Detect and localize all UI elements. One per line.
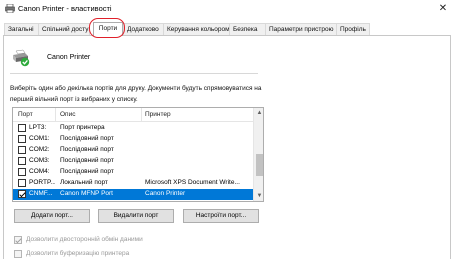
column-divider[interactable] <box>55 108 56 121</box>
close-icon[interactable]: ✕ <box>436 2 450 15</box>
port-row[interactable]: COM4: Послідовний порт <box>13 167 253 178</box>
bidirectional-checkbox[interactable] <box>14 236 22 244</box>
column-description[interactable]: Опис <box>60 111 75 118</box>
bidirectional-label: Дозволити двосторонній обмін даними <box>26 236 143 243</box>
port-checkbox[interactable] <box>18 135 26 143</box>
port-name: PORTP... <box>29 179 55 186</box>
tab-security[interactable]: Безпека <box>229 23 266 35</box>
port-checkbox[interactable] <box>18 157 26 165</box>
tab-color-management[interactable]: Керування кольором <box>163 23 230 35</box>
port-checkbox[interactable] <box>18 179 26 187</box>
tab-profile[interactable]: Профіль <box>336 23 370 35</box>
title-bar: Canon Printer - властивості ✕ <box>0 0 454 18</box>
port-row[interactable]: LPT3: Порт принтера <box>13 123 253 134</box>
port-name: LPT3: <box>29 124 47 131</box>
separator <box>10 73 258 74</box>
port-printer: Microsoft XPS Document Write... <box>145 179 240 186</box>
ports-description: Виберіть один або декілька портів для др… <box>10 85 262 103</box>
port-row[interactable]: COM2: Послідовний порт <box>13 145 253 156</box>
port-checkbox[interactable] <box>18 146 26 154</box>
printer-pool-checkbox[interactable] <box>14 250 22 258</box>
printer-pool-label: Дозволити буферизацію принтера <box>26 250 130 257</box>
configure-port-button[interactable]: Настроїти порт... <box>183 209 259 223</box>
port-printer: Canon Printer <box>145 190 186 197</box>
printer-icon <box>5 4 15 13</box>
printer-default-icon <box>13 49 30 67</box>
column-port[interactable]: Порт <box>18 111 33 118</box>
scroll-down-icon[interactable]: ▼ <box>255 192 263 200</box>
tab-sharing[interactable]: Спільний доступ <box>38 23 90 35</box>
vertical-scroll-thumb[interactable] <box>256 154 263 176</box>
port-description: Послідовний порт <box>60 168 114 175</box>
column-printer[interactable]: Принтер <box>145 111 171 118</box>
ports-list[interactable]: Порт Опис Принтер LPT3: Порт принтера CO… <box>12 107 264 202</box>
port-description: Порт принтера <box>60 124 105 131</box>
port-row[interactable]: COM1: Послідовний порт <box>13 134 253 145</box>
port-description: Послідовний порт <box>60 135 114 142</box>
vertical-scrollbar[interactable]: ▲ ▼ <box>253 108 263 201</box>
tab-general[interactable]: Загальні <box>4 23 39 35</box>
port-checkbox[interactable] <box>18 168 26 176</box>
tab-advanced[interactable]: Додатково <box>123 23 164 35</box>
scroll-up-icon[interactable]: ▲ <box>255 109 263 117</box>
port-name: COM1: <box>29 135 50 142</box>
port-name: COM3: <box>29 157 50 164</box>
column-divider[interactable] <box>141 108 142 121</box>
tab-highlight-circle <box>89 18 125 38</box>
port-row[interactable]: COM3: Послідовний порт <box>13 156 253 167</box>
window-title: Canon Printer - властивості <box>18 4 112 13</box>
delete-port-button[interactable]: Видалити порт <box>98 209 174 223</box>
port-name: COM2: <box>29 146 50 153</box>
port-checkbox[interactable] <box>18 190 26 198</box>
port-row[interactable]: PORTP... Локальний порт Microsoft XPS Do… <box>13 178 253 189</box>
port-description: Локальний порт <box>60 179 108 186</box>
port-name: CNMF... <box>29 190 53 197</box>
port-row-selected[interactable]: CNMF... Canon MFNP Port Canon Printer <box>13 189 253 200</box>
printer-name: Canon Printer <box>47 54 91 61</box>
ports-list-header: Порт Опис Принтер <box>13 108 253 122</box>
add-port-button[interactable]: Додати порт... <box>14 209 90 223</box>
port-name: COM4: <box>29 168 50 175</box>
port-description: Послідовний порт <box>60 146 114 153</box>
tab-bar: Загальні Спільний доступ Порти Додатково… <box>0 22 454 36</box>
port-description: Послідовний порт <box>60 157 114 164</box>
port-checkbox[interactable] <box>18 124 26 132</box>
tab-device-settings[interactable]: Параметри пристрою <box>265 23 337 35</box>
port-description: Canon MFNP Port <box>60 190 113 197</box>
